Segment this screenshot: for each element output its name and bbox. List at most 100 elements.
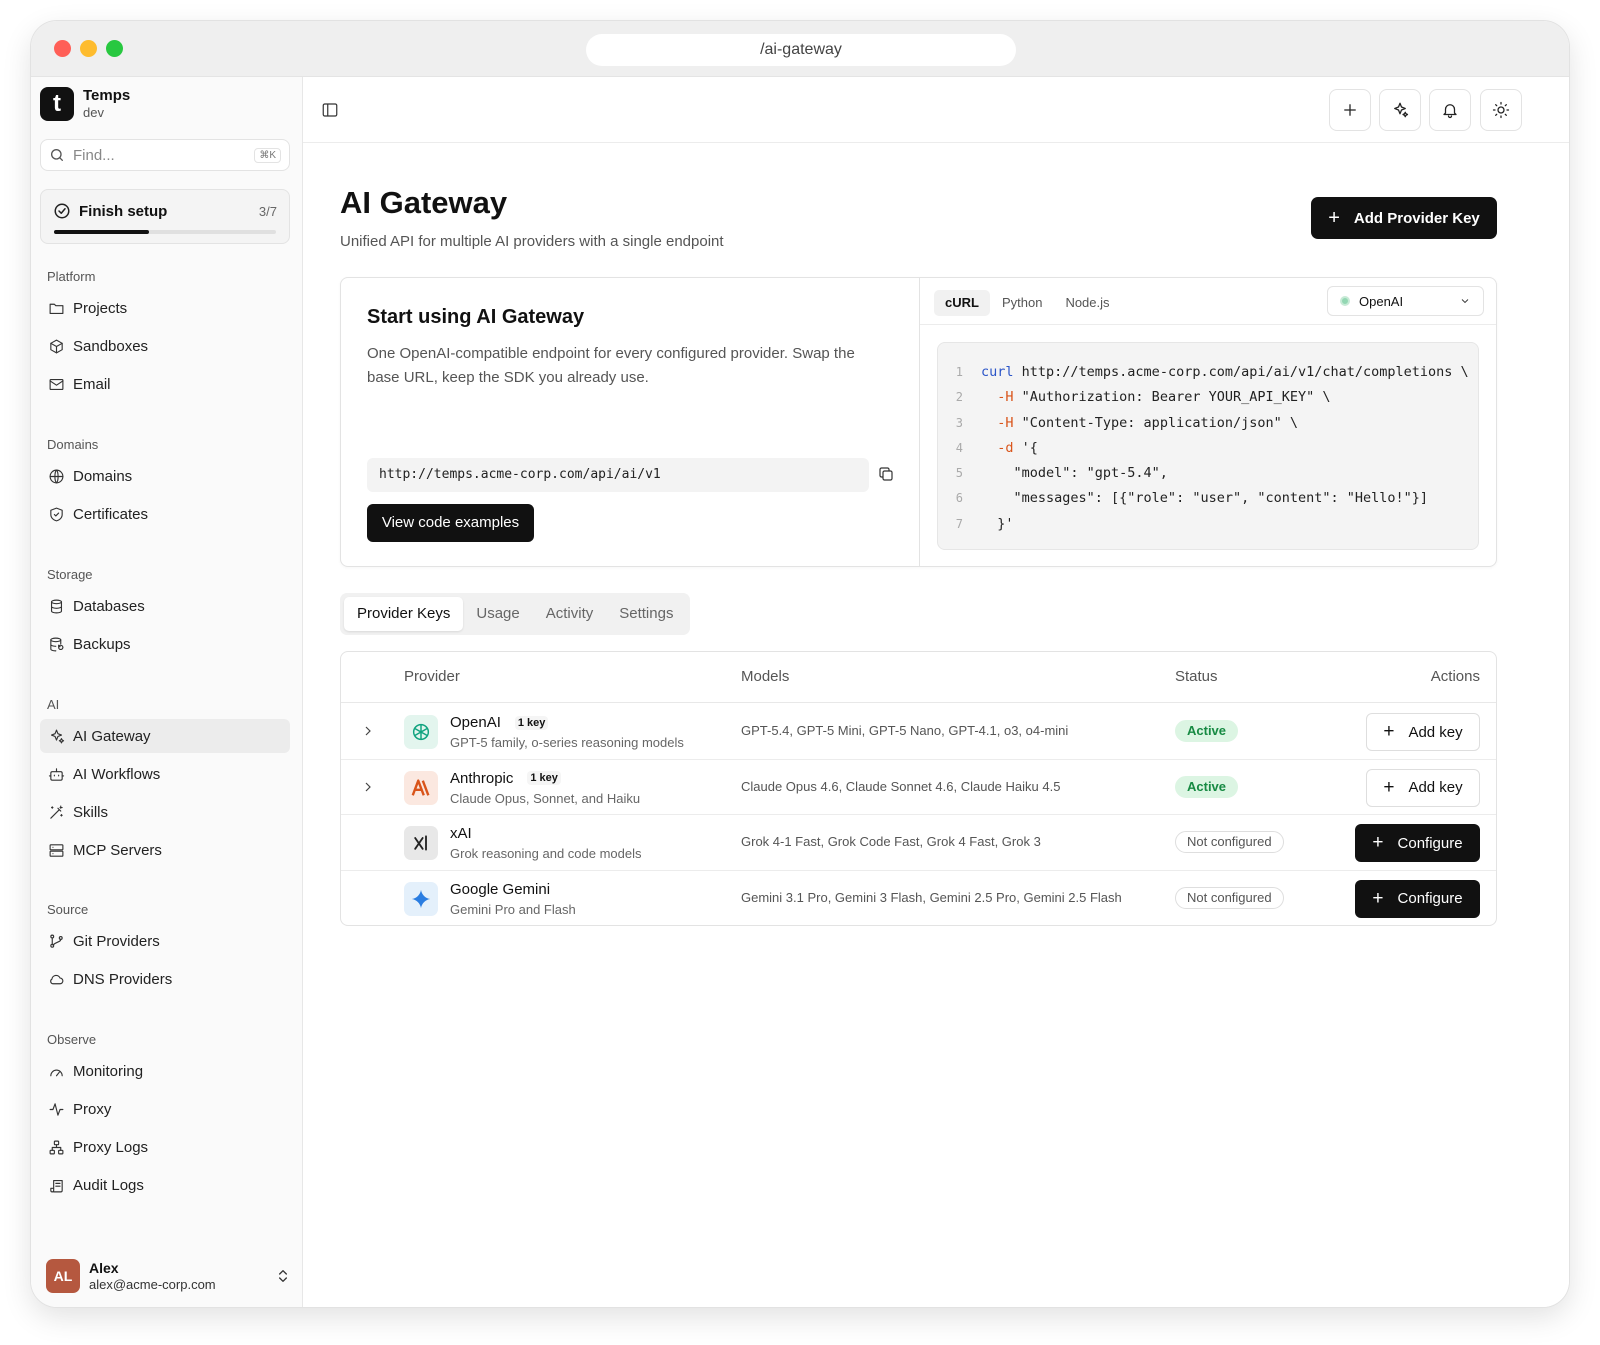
- expand-row-button[interactable]: [360, 779, 376, 795]
- add-key-button[interactable]: + Add key: [1366, 713, 1480, 751]
- sidebar-item-skills[interactable]: Skills: [40, 795, 290, 829]
- key-count-badge: 1 key: [527, 771, 561, 785]
- close-window-button[interactable]: [54, 40, 71, 57]
- status-badge: Active: [1175, 720, 1239, 742]
- sidebar-item-audit-logs[interactable]: Audit Logs: [40, 1168, 290, 1202]
- sidebar-item-projects[interactable]: Projects: [40, 291, 290, 325]
- provider-models: Grok 4-1 Fast, Grok Code Fast, Grok 4 Fa…: [741, 834, 1041, 849]
- tab-usage[interactable]: Usage: [463, 597, 532, 631]
- table-row[interactable]: Anthropic 1 key Claude Opus, Sonnet, and …: [341, 760, 1496, 815]
- sidebar-item-ai-workflows[interactable]: AI Workflows: [40, 757, 290, 791]
- sidebar-item-proxy-logs[interactable]: Proxy Logs: [40, 1130, 290, 1164]
- bell-icon: [1443, 104, 1457, 119]
- sidebar-item-backups[interactable]: Backups: [40, 627, 290, 661]
- status-badge: Active: [1175, 775, 1239, 798]
- tab-settings[interactable]: Settings: [606, 597, 686, 631]
- code-line: 2 -H "Authorization: Bearer YOUR_API_KEY…: [955, 389, 1331, 406]
- finish-setup-card[interactable]: Finish setup 3/7: [40, 189, 290, 244]
- expand-row-button[interactable]: [360, 723, 376, 739]
- copy-icon[interactable]: [877, 465, 895, 483]
- plus-icon: +: [1383, 721, 1395, 742]
- notifications-button[interactable]: [1429, 89, 1471, 131]
- sidebar-item-mcp-servers[interactable]: MCP Servers: [40, 833, 290, 867]
- provider-description: Claude Opus, Sonnet, and Haiku: [450, 790, 641, 806]
- configure-button[interactable]: + Configure: [1355, 879, 1480, 918]
- address-bar[interactable]: /ai-gateway: [586, 34, 1016, 66]
- add-key-button[interactable]: + Add key: [1366, 768, 1480, 807]
- table-row[interactable]: OpenAI 1 key GPT-5 family, o-series reaso…: [341, 704, 1496, 760]
- sidebar-item-certificates[interactable]: Certificates: [40, 497, 290, 531]
- column-header-actions: Actions: [1430, 668, 1480, 685]
- sidebar-item-domains[interactable]: Domains: [40, 459, 290, 493]
- status-badge: Not configured: [1175, 831, 1284, 853]
- sparkles-icon: [47, 727, 65, 745]
- nav-section-source: Source Git Providers DNS Providers: [40, 900, 290, 996]
- workspace-name: Temps: [83, 87, 131, 104]
- sun-icon: [1492, 101, 1510, 119]
- provider-name: xAI: [450, 825, 472, 842]
- add-provider-key-button[interactable]: + Add Provider Key: [1311, 197, 1497, 239]
- endpoint-url[interactable]: http://temps.acme-corp.com/api/ai/v1: [367, 458, 869, 492]
- column-header-status: Status: [1175, 668, 1218, 685]
- ai-assistant-button[interactable]: [1379, 89, 1421, 131]
- sidebar-toggle-button[interactable]: [321, 101, 339, 119]
- view-code-examples-button[interactable]: View code examples: [367, 504, 534, 542]
- shield-check-icon: [47, 505, 65, 523]
- maximize-window-button[interactable]: [106, 40, 123, 57]
- nav-section-observe: Observe Monitoring Proxy Proxy Logs Audi…: [40, 1030, 290, 1202]
- sidebar-item-ai-gateway[interactable]: AI Gateway: [40, 719, 290, 753]
- gemini-icon: [404, 881, 438, 916]
- nav-section-ai: AI AI Gateway AI Workflows Skills MCP Se…: [40, 695, 290, 867]
- provider-keys-table: Provider Models Status Actions OpenAI 1 k…: [340, 651, 1497, 926]
- sidebar-item-label: Monitoring: [73, 1062, 144, 1080]
- tab-activity[interactable]: Activity: [533, 597, 607, 631]
- sidebar-item-sandboxes[interactable]: Sandboxes: [40, 329, 290, 363]
- tab-nodejs[interactable]: Node.js: [1054, 290, 1120, 316]
- provider-select[interactable]: OpenAI: [1327, 286, 1484, 316]
- plus-icon: +: [1372, 887, 1384, 909]
- plus-icon: +: [1328, 206, 1340, 229]
- user-name: Alex: [89, 1259, 119, 1276]
- workspace-switcher[interactable]: t Temps dev: [40, 87, 130, 121]
- workspace-env: dev: [83, 105, 104, 120]
- main-content: AI Gateway Unified API for multiple AI p…: [303, 77, 1569, 1307]
- sparkles-icon: [1394, 102, 1409, 118]
- browser-window: /ai-gateway t Temps dev Find... ⌘K Finis…: [31, 21, 1569, 1307]
- sidebar-item-databases[interactable]: Databases: [40, 589, 290, 623]
- create-button[interactable]: [1329, 89, 1371, 131]
- search-shortcut: ⌘K: [254, 147, 281, 163]
- key-count-badge: 1 key: [514, 715, 549, 730]
- theme-toggle-button[interactable]: [1480, 89, 1522, 131]
- folder-icon: [47, 299, 65, 317]
- sidebar-item-dns-providers[interactable]: DNS Providers: [40, 962, 290, 996]
- database-backup-icon: [47, 635, 65, 653]
- minimize-window-button[interactable]: [80, 40, 97, 57]
- sidebar-item-monitoring[interactable]: Monitoring: [40, 1054, 290, 1088]
- tab-curl[interactable]: cURL: [934, 290, 990, 316]
- activity-icon: [47, 1100, 65, 1118]
- sidebar-item-label: Domains: [73, 467, 133, 485]
- configure-button[interactable]: + Configure: [1355, 824, 1480, 862]
- sidebar-item-label: Git Providers: [73, 932, 160, 950]
- nav-section-platform: Platform Projects Sandboxes Email: [40, 267, 290, 401]
- tab-provider-keys[interactable]: Provider Keys: [344, 597, 464, 631]
- tab-python[interactable]: Python: [991, 290, 1053, 316]
- provider-description: GPT-5 family, o-series reasoning models: [450, 735, 684, 750]
- table-row[interactable]: Google Gemini Gemini Pro and Flash Gemin…: [341, 871, 1496, 927]
- network-icon: [47, 1138, 65, 1156]
- column-header-provider: Provider: [404, 668, 460, 685]
- sidebar-item-label: Backups: [73, 635, 131, 653]
- provider-models: Claude Opus 4.6, Claude Sonnet 4.6, Clau…: [741, 778, 1061, 794]
- search-input[interactable]: Find... ⌘K: [40, 139, 290, 171]
- sidebar-item-proxy[interactable]: Proxy: [40, 1092, 290, 1126]
- chevron-down-icon: [1461, 299, 1469, 304]
- table-row[interactable]: xAI Grok reasoning and code models Grok …: [341, 815, 1496, 871]
- sidebar-item-label: Proxy Logs: [73, 1138, 149, 1156]
- code-line: 3 -H "Content-Type: application/json" \: [955, 414, 1298, 431]
- sidebar-item-git-providers[interactable]: Git Providers: [40, 924, 290, 958]
- scroll-icon: [47, 1176, 65, 1194]
- sidebar-item-email[interactable]: Email: [40, 367, 290, 401]
- sidebar-item-label: Databases: [73, 597, 145, 615]
- box-icon: [47, 337, 65, 355]
- user-menu[interactable]: AL Alex alex@acme-corp.com: [46, 1259, 291, 1293]
